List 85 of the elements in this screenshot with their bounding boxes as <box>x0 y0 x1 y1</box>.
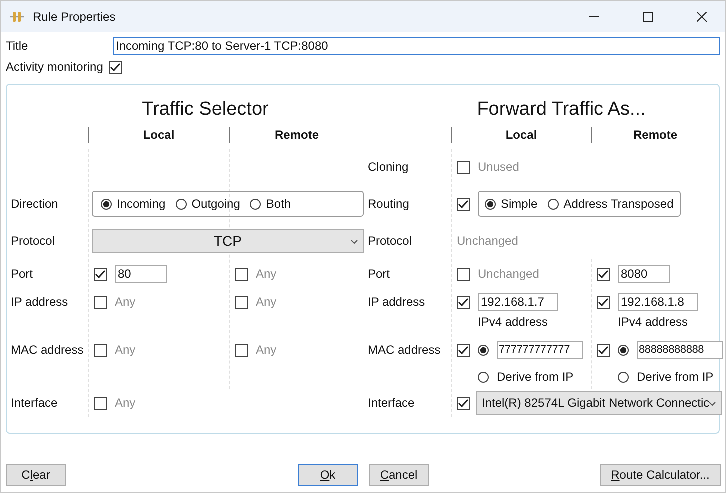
checkbox[interactable] <box>94 296 107 308</box>
checkbox[interactable] <box>235 268 248 280</box>
section-heading: Traffic Selector <box>142 99 269 122</box>
radio-button[interactable] <box>478 372 489 382</box>
radio-button[interactable] <box>101 198 112 210</box>
row-label: IP address <box>10 295 70 309</box>
radio-label[interactable]: Outgoing <box>192 197 240 211</box>
checkbox[interactable] <box>597 268 610 280</box>
checkbox[interactable] <box>597 344 610 356</box>
checkbox[interactable] <box>235 296 248 308</box>
radio-button[interactable] <box>250 198 262 210</box>
row-label: Interface <box>10 396 59 410</box>
dialog-button[interactable]: Clear <box>6 464 66 486</box>
option-text: Any <box>256 343 277 357</box>
dialog-button[interactable]: Cancel <box>369 464 429 486</box>
radio-label[interactable]: Both <box>266 197 292 211</box>
checkbox[interactable] <box>457 268 470 280</box>
checkbox[interactable] <box>94 344 107 356</box>
checkbox[interactable] <box>94 268 107 280</box>
text-field[interactable]: 192.168.1.7 <box>478 293 558 311</box>
column-header: Remote <box>591 127 719 143</box>
row-label: MAC address <box>367 343 442 357</box>
text-field[interactable]: 777777777777 <box>497 341 583 359</box>
checkbox[interactable] <box>94 396 107 410</box>
radio-label[interactable]: Address Transposed <box>564 197 674 211</box>
radio-label[interactable]: Derive from IP <box>637 370 714 384</box>
option-text: Unused <box>478 160 520 174</box>
column-header: Remote <box>229 127 364 143</box>
radio-label[interactable]: Derive from IP <box>497 370 574 384</box>
radio-button[interactable] <box>485 198 496 210</box>
minimize-icon[interactable] <box>589 16 599 18</box>
column-header: Local <box>451 127 591 143</box>
option-text: Any <box>115 343 136 357</box>
checkbox[interactable] <box>597 296 610 308</box>
checkbox[interactable] <box>457 296 470 308</box>
dialog-button[interactable]: Ok <box>298 464 358 486</box>
checkbox[interactable] <box>457 198 470 210</box>
field-label: Activity monitoring <box>6 60 104 74</box>
option-text: Any <box>256 267 277 281</box>
row-label: MAC address <box>10 343 85 357</box>
field-label: Title <box>6 39 30 53</box>
radio-button[interactable] <box>618 344 629 356</box>
maximize-icon[interactable] <box>643 12 653 22</box>
radio-button[interactable] <box>618 372 629 382</box>
row-label: IP address <box>367 295 426 309</box>
protocol-value: Unchanged <box>456 233 520 250</box>
row-label: Protocol <box>367 234 414 248</box>
dialog-button[interactable]: Route Calculator... <box>600 464 721 486</box>
section-heading: Forward Traffic As... <box>477 99 646 122</box>
radio-button[interactable] <box>176 198 187 210</box>
option-text: Unchanged <box>478 267 540 281</box>
column-header: Local <box>88 127 229 143</box>
checkbox[interactable] <box>109 60 122 74</box>
row-label: Direction <box>10 197 60 211</box>
text-field[interactable]: 88888888888 <box>637 341 723 359</box>
row-label: Routing <box>367 197 410 211</box>
interface-dropdown[interactable]: Intel(R) 82574L Gigabit Network Connectic <box>476 391 722 415</box>
option-text: Any <box>115 295 136 309</box>
chevron-icon <box>709 402 716 406</box>
checkbox[interactable] <box>457 344 470 356</box>
radio-button[interactable] <box>548 198 559 210</box>
field-hint: IPv4 address <box>618 315 688 329</box>
text-field[interactable]: 80 <box>115 265 167 283</box>
radio-button[interactable] <box>478 344 489 356</box>
row-label: Interface <box>367 396 416 410</box>
checkbox[interactable] <box>457 160 470 174</box>
radio-label[interactable]: Incoming <box>117 197 166 211</box>
row-label: Protocol <box>10 234 56 248</box>
title-field[interactable]: Incoming TCP:80 to Server-1 TCP:8080 <box>113 37 720 55</box>
checkbox[interactable] <box>457 396 470 410</box>
window-title: Rule Properties <box>33 10 116 24</box>
radio-label[interactable]: Simple <box>501 197 538 211</box>
close-icon[interactable] <box>697 12 707 22</box>
row-label: Port <box>10 267 34 281</box>
chevron-icon <box>351 240 358 244</box>
text-field[interactable]: 192.168.1.8 <box>618 293 698 311</box>
option-text: Any <box>115 396 136 410</box>
option-text: Any <box>256 295 277 309</box>
row-label: Port <box>367 267 392 281</box>
protocol-dropdown[interactable]: TCP <box>92 229 364 253</box>
text-field[interactable]: 8080 <box>618 265 670 283</box>
app-icon <box>9 10 25 22</box>
field-hint: IPv4 address <box>478 315 548 329</box>
row-label: Cloning <box>367 160 410 174</box>
checkbox[interactable] <box>235 344 248 356</box>
